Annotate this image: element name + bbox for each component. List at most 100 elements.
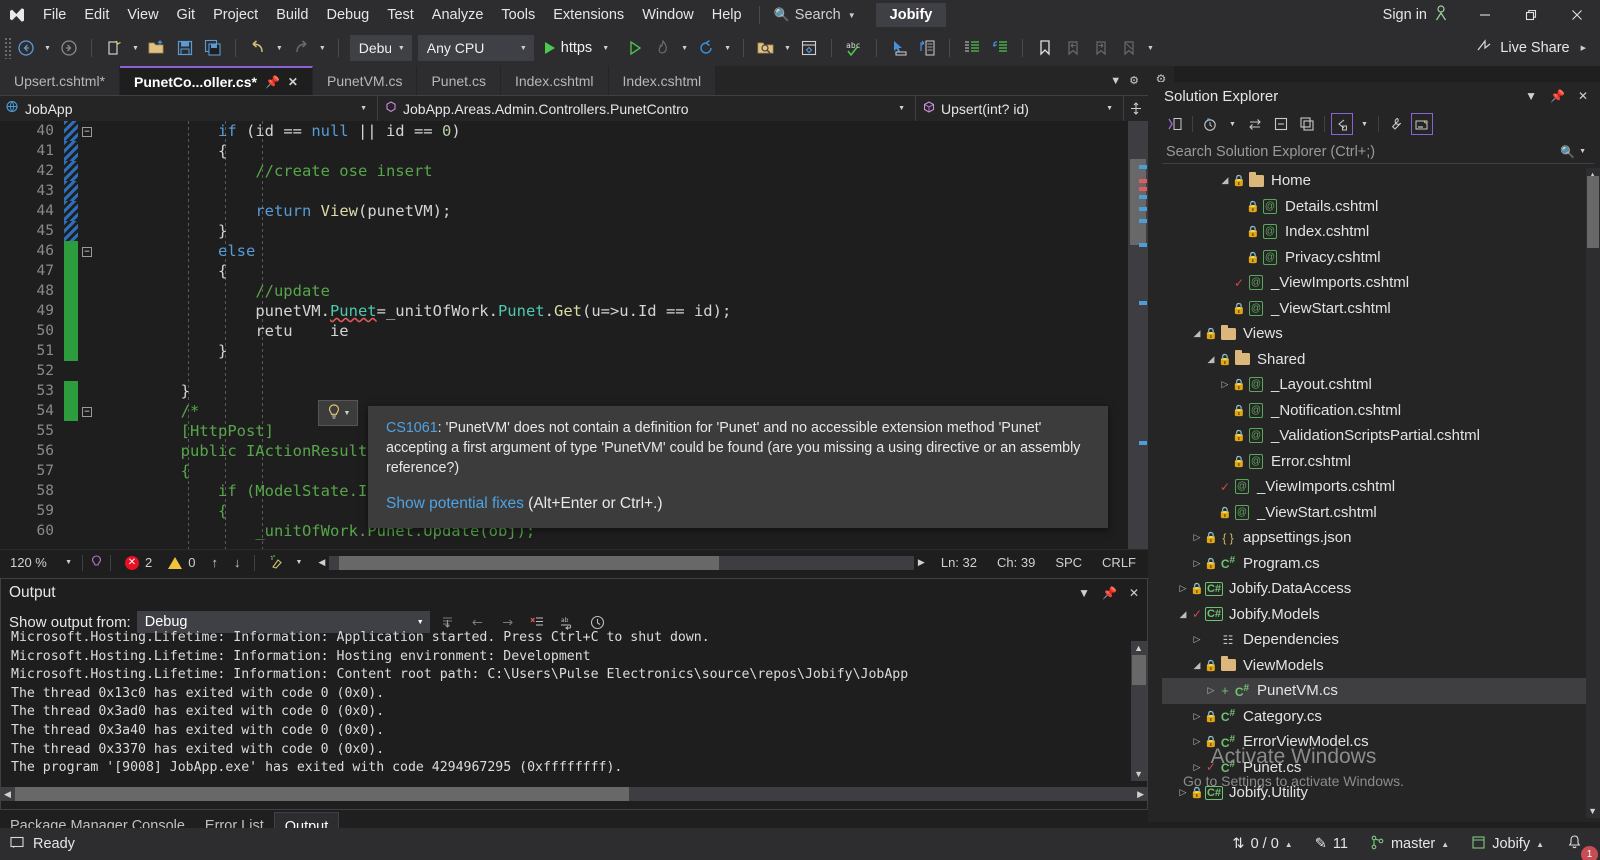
preview-selected-items-icon[interactable]: [1410, 113, 1433, 135]
tree-item[interactable]: ▷ 🔒 @ _Layout.cshtml: [1162, 372, 1594, 398]
tree-item[interactable]: ▷ ✓ C# Punet.cs: [1162, 755, 1594, 781]
chevron-down-icon[interactable]: ▼: [1575, 148, 1590, 155]
previous-bookmark-icon[interactable]: [1060, 35, 1086, 61]
redo-icon[interactable]: [288, 35, 314, 61]
quick-actions-lightbulb[interactable]: ▼: [318, 400, 358, 426]
code-line[interactable]: 48 //update: [0, 281, 1148, 301]
solution-explorer-search-input[interactable]: Search Solution Explorer (Ctrl+;) 🔍 ▼: [1162, 140, 1594, 164]
tree-item[interactable]: 🔒 @ Index.cshtml: [1162, 219, 1594, 245]
tree-item[interactable]: ◢ 🔒 Views: [1162, 321, 1594, 347]
tab-overflow-icon[interactable]: ▼: [1110, 75, 1121, 87]
solution-configuration-combo[interactable]: Debug ▼: [349, 35, 412, 61]
main-menu[interactable]: File Edit View Git Project Build Debug T…: [34, 0, 751, 30]
indentation-indicator[interactable]: SPC: [1045, 555, 1093, 570]
code-line[interactable]: 52: [0, 361, 1148, 381]
code-line[interactable]: 40 − if (id == null || id == 0): [0, 121, 1148, 141]
comment-lines-icon[interactable]: [959, 35, 985, 61]
live-share-button[interactable]: Live Share ▶: [1476, 38, 1600, 58]
collapse-all-icon[interactable]: [1270, 113, 1292, 135]
next-issue-button[interactable]: ↓: [226, 555, 249, 570]
code-line[interactable]: 46 − else: [0, 241, 1148, 261]
source-control-sync[interactable]: ⇅ 0 / 0 ▲: [1221, 828, 1303, 860]
close-icon[interactable]: ✕: [288, 75, 298, 89]
tree-item[interactable]: ▷ 🔒 C# Category.cs: [1162, 704, 1594, 730]
tree-item[interactable]: ✓ @ _ViewImports.cshtml: [1162, 474, 1594, 500]
scroll-left-icon[interactable]: ◀: [4, 789, 11, 800]
hot-reload-icon[interactable]: [650, 35, 676, 61]
pin-icon[interactable]: 📌: [1550, 89, 1565, 103]
new-item-dropdown-icon[interactable]: ▼: [128, 45, 143, 52]
warning-count-indicator[interactable]: 0: [160, 555, 203, 570]
tree-item[interactable]: ▷ 🔒 C# Program.cs: [1162, 551, 1594, 577]
tree-item[interactable]: 🔒 @ _ValidationScriptsPartial.cshtml: [1162, 423, 1594, 449]
editor-tab-index-cshtml-2[interactable]: Index.cshtml: [608, 66, 717, 95]
code-view-icon[interactable]: [1164, 113, 1186, 135]
expander-collapsed-icon[interactable]: ▷: [1190, 558, 1204, 569]
expander-collapsed-icon[interactable]: ▷: [1190, 634, 1204, 645]
editor-tab-overflow[interactable]: ▼ ⚙: [1101, 66, 1148, 95]
output-horizontal-scrollbar[interactable]: ◀ ▶: [1, 787, 1147, 801]
expander-collapsed-icon[interactable]: ▷: [1190, 711, 1204, 722]
close-button[interactable]: [1554, 0, 1600, 30]
expander-expanded-icon[interactable]: ◢: [1190, 328, 1204, 339]
pending-changes-icon[interactable]: [1199, 113, 1221, 135]
code-line[interactable]: 41 {: [0, 141, 1148, 161]
split-view-icon[interactable]: [1124, 96, 1148, 121]
tree-item[interactable]: ▷ ☷ Dependencies: [1162, 627, 1594, 653]
code-line[interactable]: 44 return View(punetVM);: [0, 201, 1148, 221]
code-line[interactable]: 49 punetVM.Punet=_unitOfWork.Punet.Get(u…: [0, 301, 1148, 321]
next-bookmark-icon[interactable]: [1088, 35, 1114, 61]
close-icon[interactable]: ✕: [1578, 89, 1588, 103]
tree-item[interactable]: 🔒 @ _ViewStart.cshtml: [1162, 500, 1594, 526]
editor-tab-punetvm-cs[interactable]: PunetVM.cs: [312, 66, 418, 95]
menu-extensions[interactable]: Extensions: [544, 1, 633, 29]
restore-button[interactable]: [1508, 0, 1554, 30]
editor-scroll-margin[interactable]: [1128, 121, 1148, 549]
start-debugging-button[interactable]: https ▼: [537, 35, 621, 61]
expander-expanded-icon[interactable]: ◢: [1190, 660, 1204, 671]
go-to-icon[interactable]: [914, 35, 940, 61]
navigate-back-icon[interactable]: [13, 35, 39, 61]
line-ending-indicator[interactable]: CRLF: [1092, 555, 1148, 570]
minimize-button[interactable]: [1462, 0, 1508, 30]
magnifier-icon[interactable]: 🔍: [1560, 145, 1575, 159]
sign-in-button[interactable]: Sign in: [1369, 5, 1462, 25]
bookmark-icon[interactable]: [1032, 35, 1058, 61]
output-text[interactable]: Microsoft.Hosting.Lifetime: Information:…: [1, 625, 1147, 781]
back-dropdown-icon[interactable]: ▼: [40, 45, 55, 52]
expander-collapsed-icon[interactable]: ▷: [1204, 685, 1218, 696]
new-item-icon[interactable]: [101, 35, 127, 61]
pin-icon[interactable]: 📌: [1102, 586, 1117, 600]
undo-icon[interactable]: [245, 35, 271, 61]
properties-icon[interactable]: [1385, 113, 1407, 135]
menu-help[interactable]: Help: [703, 1, 751, 29]
code-line[interactable]: 45 }: [0, 221, 1148, 241]
tree-item[interactable]: 🔒 @ Details.cshtml: [1162, 194, 1594, 220]
clear-bookmarks-icon[interactable]: [1116, 35, 1142, 61]
scroll-up-icon[interactable]: ▲: [1134, 643, 1143, 653]
tree-item[interactable]: 🔒 @ _Notification.cshtml: [1162, 398, 1594, 424]
chevron-down-icon[interactable]: ▼: [1357, 121, 1372, 128]
find-dropdown-icon[interactable]: ▼: [780, 45, 795, 52]
close-icon[interactable]: ✕: [1129, 586, 1139, 600]
code-line[interactable]: 43: [0, 181, 1148, 201]
editor-scroll-thumb[interactable]: [1130, 159, 1146, 245]
tree-item[interactable]: ◢ 🔒 Home: [1162, 168, 1594, 194]
menu-window[interactable]: Window: [633, 1, 703, 29]
hot-reload-dropdown-icon[interactable]: ▼: [677, 45, 692, 52]
editor-tab-upsert-cshtml[interactable]: Upsert.cshtml*: [0, 66, 121, 95]
chevron-down-icon[interactable]: ▼: [1225, 121, 1240, 128]
home-view-icon[interactable]: [1330, 113, 1353, 135]
zoom-level-combo[interactable]: 120 % ▼: [4, 552, 76, 574]
tree-item[interactable]: ▷ 🔒 C# ErrorViewModel.cs: [1162, 729, 1594, 755]
tree-item[interactable]: 🔒 @ Error.cshtml: [1162, 449, 1594, 475]
code-line[interactable]: 53 }: [0, 381, 1148, 401]
redo-dropdown-icon[interactable]: ▼: [315, 45, 330, 52]
expander-expanded-icon[interactable]: ◢: [1204, 354, 1218, 365]
expander-collapsed-icon[interactable]: ▷: [1176, 787, 1190, 798]
menu-edit[interactable]: Edit: [75, 1, 118, 29]
previous-issue-button[interactable]: ↑: [203, 555, 226, 570]
scroll-down-icon[interactable]: ▼: [1588, 806, 1597, 816]
scroll-thumb[interactable]: [15, 787, 629, 801]
code-cleanup-button[interactable]: ▼: [261, 554, 314, 572]
